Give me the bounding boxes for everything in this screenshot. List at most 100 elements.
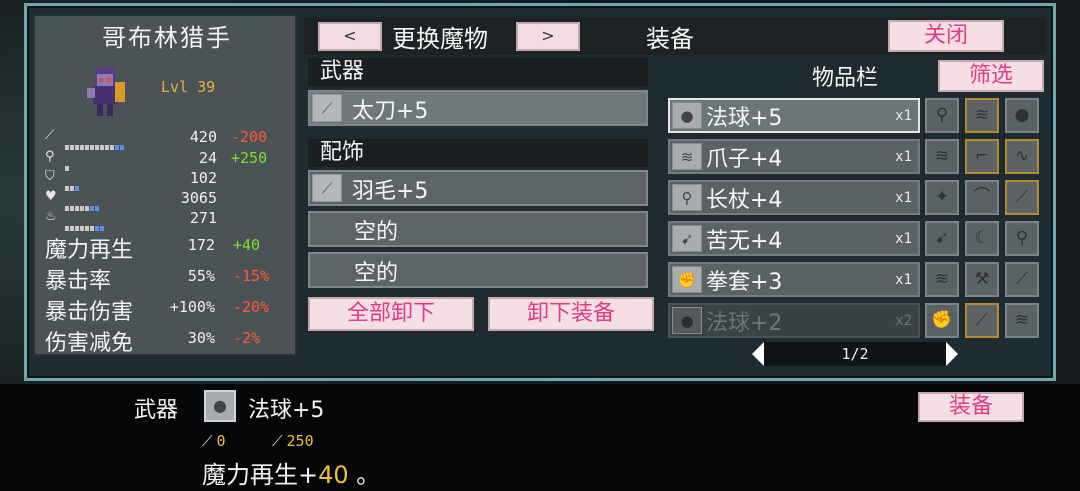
claw-icon[interactable]: ≋ <box>925 262 959 297</box>
attribute-value: +100% <box>169 298 215 316</box>
page-indicator: 1/2 <box>841 345 869 363</box>
effect-prefix: 魔力再生+ <box>202 461 319 489</box>
whip-icon[interactable]: ∿ <box>1005 139 1039 174</box>
staff-icon: ⚲ <box>672 184 702 211</box>
prev-monster-button[interactable]: < <box>318 22 382 51</box>
staff-icon[interactable]: ⚲ <box>1005 221 1039 256</box>
inventory-item[interactable]: ≋ 爪子+4 x1 <box>668 139 920 174</box>
attribute-row: 暴击率 55% -15% <box>45 263 295 294</box>
accessory-slot-2-label: 空的 <box>354 220 399 245</box>
weapon-slot-label: 太刀+5 <box>352 99 429 124</box>
detail-magic-value: 250 <box>286 432 314 450</box>
orb-icon[interactable]: ● <box>1005 98 1039 133</box>
accessory-section-header: 配饰 <box>308 139 648 167</box>
effect-suffix: 。 <box>348 461 381 489</box>
inventory-item-name: 法球+2 <box>706 311 783 336</box>
attribute-value: 172 <box>187 236 215 254</box>
attribute-value: 30% <box>187 329 215 347</box>
attribute-delta: +40 <box>233 236 261 254</box>
staff-icon: ⟋ <box>272 432 283 450</box>
detail-effect: 魔力再生+40 。 <box>202 455 380 490</box>
inventory-item-name: 拳套+3 <box>706 270 783 295</box>
kunai-icon: ➹ <box>672 225 702 252</box>
stat-delta: -200 <box>231 128 268 146</box>
equip-button[interactable]: 装备 <box>918 392 1024 422</box>
stat-row: ⚲ 24 +250 <box>45 149 285 171</box>
inventory-item-name: 长杖+4 <box>706 188 783 213</box>
attribute-delta: -15% <box>233 267 270 285</box>
next-monster-button[interactable]: > <box>516 22 580 51</box>
inventory-item-name: 苦无+4 <box>706 229 783 254</box>
claw-icon[interactable]: ≋ <box>1005 303 1039 338</box>
sword-icon: ⟋ <box>202 432 213 450</box>
inventory-item-qty: x1 <box>895 272 912 288</box>
sword-icon[interactable]: ⟋ <box>1005 180 1039 215</box>
stat-bar <box>65 156 70 171</box>
stat-value: 24 <box>198 149 217 167</box>
attribute-delta: -20% <box>233 298 270 316</box>
goblin-hunter-avatar <box>87 68 125 116</box>
inventory-item-qty: x1 <box>895 190 912 206</box>
weapon-slot[interactable]: ⟋ 太刀+5 <box>308 90 648 126</box>
character-level: Lvl 39 <box>161 78 216 96</box>
attribute-delta: -2% <box>233 329 261 347</box>
stat-bar <box>65 196 100 211</box>
inventory-item[interactable]: ✊ 拳套+3 x1 <box>668 262 920 297</box>
stat-bar <box>65 176 80 191</box>
orb-icon: ● <box>204 390 236 422</box>
gauntlet-icon[interactable]: ✊ <box>925 303 959 338</box>
inventory-item[interactable]: ● 法球+5 x1 <box>668 98 920 133</box>
stat-value: 271 <box>189 209 217 227</box>
claw-icon[interactable]: ≋ <box>925 139 959 174</box>
attribute-row: 伤害减免 30% -2% <box>45 325 295 356</box>
filter-button[interactable]: 筛选 <box>938 60 1044 92</box>
sword-icon[interactable]: ⟋ <box>965 303 999 338</box>
inventory-item-qty: x1 <box>895 149 912 165</box>
attribute-row: 暴击伤害 +100% -20% <box>45 294 295 325</box>
feather-icon: ⟋ <box>312 174 342 202</box>
shield-icon: ⛉ <box>45 169 55 184</box>
switch-monster-label: 更换魔物 <box>392 25 488 53</box>
orb-icon: ● <box>672 102 702 129</box>
inventory-item-qty: x1 <box>895 231 912 247</box>
kunai-icon[interactable]: ➹ <box>925 221 959 256</box>
close-button[interactable]: 关闭 <box>888 20 1004 52</box>
sickle-icon[interactable]: ☾ <box>965 221 999 256</box>
claw-icon[interactable]: ≋ <box>965 98 999 133</box>
attribute-label: 魔力再生 <box>45 238 134 263</box>
inventory-item-name: 法球+5 <box>706 106 783 131</box>
staff-icon[interactable]: ⚲ <box>925 98 959 133</box>
stat-row: ♥ 3065 <box>45 189 285 211</box>
inventory-item-qty: x1 <box>895 108 912 124</box>
stat-value: 420 <box>189 128 217 146</box>
inventory-item[interactable]: ➹ 苦无+4 x1 <box>668 221 920 256</box>
inventory-item-name: 爪子+4 <box>706 147 783 172</box>
detail-attack-stat: ⟋ 0 <box>202 432 226 450</box>
accessory-slot-1-label: 羽毛+5 <box>352 179 429 204</box>
inventory-item[interactable]: ● 法球+2 x2 <box>668 303 920 338</box>
shuriken-icon[interactable]: ✦ <box>925 180 959 215</box>
inventory-title: 物品栏 <box>812 66 879 91</box>
stat-delta: +250 <box>231 149 268 167</box>
stat-value: 102 <box>189 169 217 187</box>
detail-item-name: 法球+5 <box>248 398 325 423</box>
boomerang-icon[interactable]: ⌒ <box>965 180 999 215</box>
accessory-slot-2[interactable]: 空的 <box>308 211 648 247</box>
detail-attack-value: 0 <box>216 432 226 450</box>
unequip-all-button[interactable]: 全部卸下 <box>308 297 474 331</box>
attribute-label: 暴击伤害 <box>45 300 134 325</box>
detail-magic-stat: ⟋ 250 <box>272 432 314 450</box>
accessory-slot-3[interactable]: 空的 <box>308 252 648 288</box>
sword-icon: ⟋ <box>45 128 55 143</box>
axe-icon[interactable]: ⚒ <box>965 262 999 297</box>
scythe-icon[interactable]: ⌐ <box>965 139 999 174</box>
accessory-slot-1[interactable]: ⟋ 羽毛+5 <box>308 170 648 206</box>
sword-icon[interactable]: ⟋ <box>1005 262 1039 297</box>
attribute-row: 魔力再生 172 +40 <box>45 232 295 263</box>
attribute-value: 55% <box>187 267 215 285</box>
unequip-button[interactable]: 卸下装备 <box>488 297 654 331</box>
attribute-label: 伤害减免 <box>45 331 134 356</box>
staff-icon: ⚲ <box>45 149 55 164</box>
inventory-item[interactable]: ⚲ 长杖+4 x1 <box>668 180 920 215</box>
potion-icon: ♨ <box>45 209 57 224</box>
